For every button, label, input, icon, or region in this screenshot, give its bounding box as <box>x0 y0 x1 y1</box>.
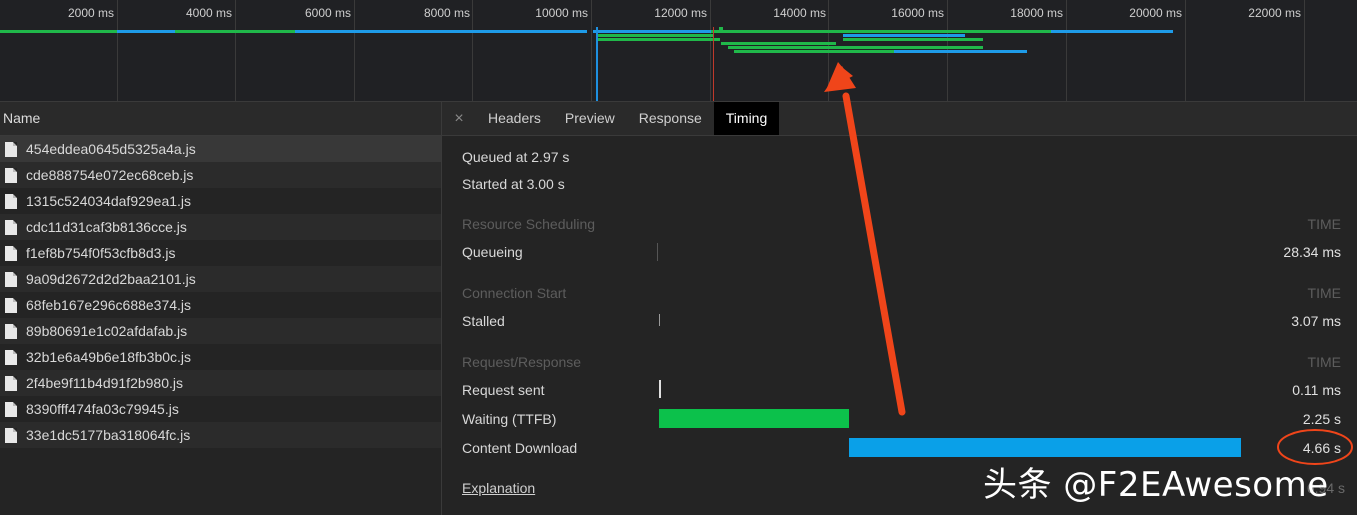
annotation-arrow-shaft <box>842 92 906 416</box>
annotation-arrow-head <box>824 66 856 92</box>
annotation-overlay <box>824 62 1353 465</box>
watermark: 头条 @F2EAwesome <box>983 465 1329 505</box>
